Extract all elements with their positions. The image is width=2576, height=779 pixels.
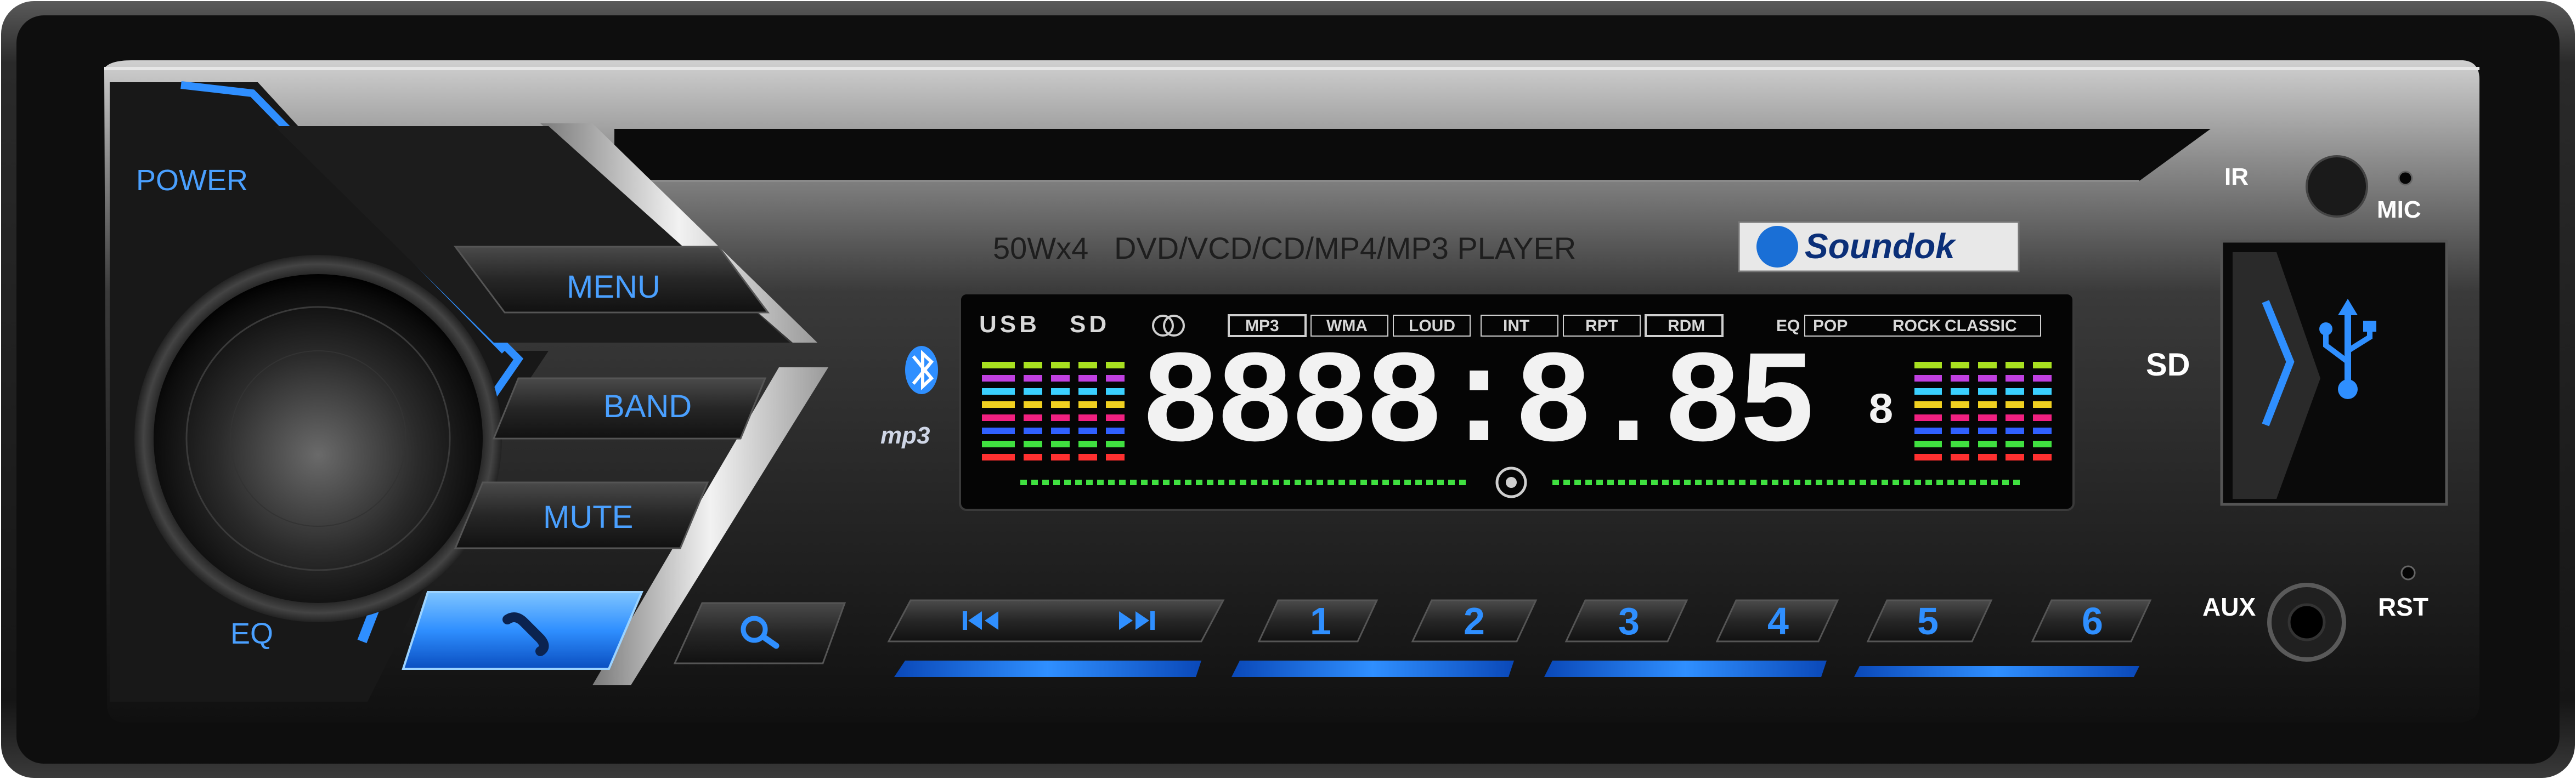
disc-slot	[614, 129, 2211, 181]
preset-4-label: 4	[1767, 600, 1789, 642]
blue-strip-4	[1854, 666, 2139, 677]
rst-hole[interactable]	[2400, 565, 2416, 581]
mp3-logo: mp3	[880, 422, 930, 449]
mic-hole	[2398, 170, 2413, 186]
lcd-rock: ROCK	[1893, 317, 1941, 335]
search-button[interactable]	[673, 602, 846, 664]
mute-label: MUTE	[543, 499, 634, 535]
menu-label: MENU	[567, 269, 660, 305]
lcd-main-digits: 8888:8.85	[1141, 331, 1817, 480]
blue-strip-2	[1231, 661, 1514, 677]
preset-3-label: 3	[1618, 600, 1640, 642]
preset-1-label: 1	[1310, 600, 1331, 642]
band-label: BAND	[603, 389, 692, 424]
blue-strip-3	[1544, 661, 1827, 677]
preset-6-label: 6	[2082, 600, 2103, 642]
sd-label: SD	[2146, 347, 2190, 383]
eq-label[interactable]: EQ	[230, 617, 273, 651]
aux-label: AUX	[2202, 593, 2256, 621]
brand-logo-mark	[1756, 226, 1798, 268]
prev-next-button[interactable]	[887, 599, 1225, 642]
mic-label: MIC	[2377, 196, 2421, 223]
ir-label: IR	[2224, 163, 2249, 190]
preset-5-label: 5	[1917, 600, 1939, 642]
lcd-classic: CLASSIC	[1945, 317, 2017, 335]
brand-name: Soundok	[1805, 226, 1955, 266]
spec-text: 50Wx4 DVD/VCD/CD/MP4/MP3 PLAYER	[993, 231, 1577, 265]
blue-strip-1	[894, 661, 1201, 677]
call-button[interactable]	[402, 591, 644, 670]
rst-label: RST	[2378, 593, 2428, 621]
volume-knob[interactable]	[154, 274, 483, 603]
power-label: POWER	[136, 164, 248, 197]
lcd-usb: USB	[979, 311, 1040, 338]
lcd-small-digit: 8	[1868, 386, 1895, 436]
bluetooth-icon	[905, 346, 938, 394]
lcd-pop: POP	[1813, 317, 1848, 335]
lcd-sd: SD	[1070, 311, 1110, 338]
preset-2-label: 2	[1464, 600, 1485, 642]
ir-sensor	[2306, 155, 2368, 218]
